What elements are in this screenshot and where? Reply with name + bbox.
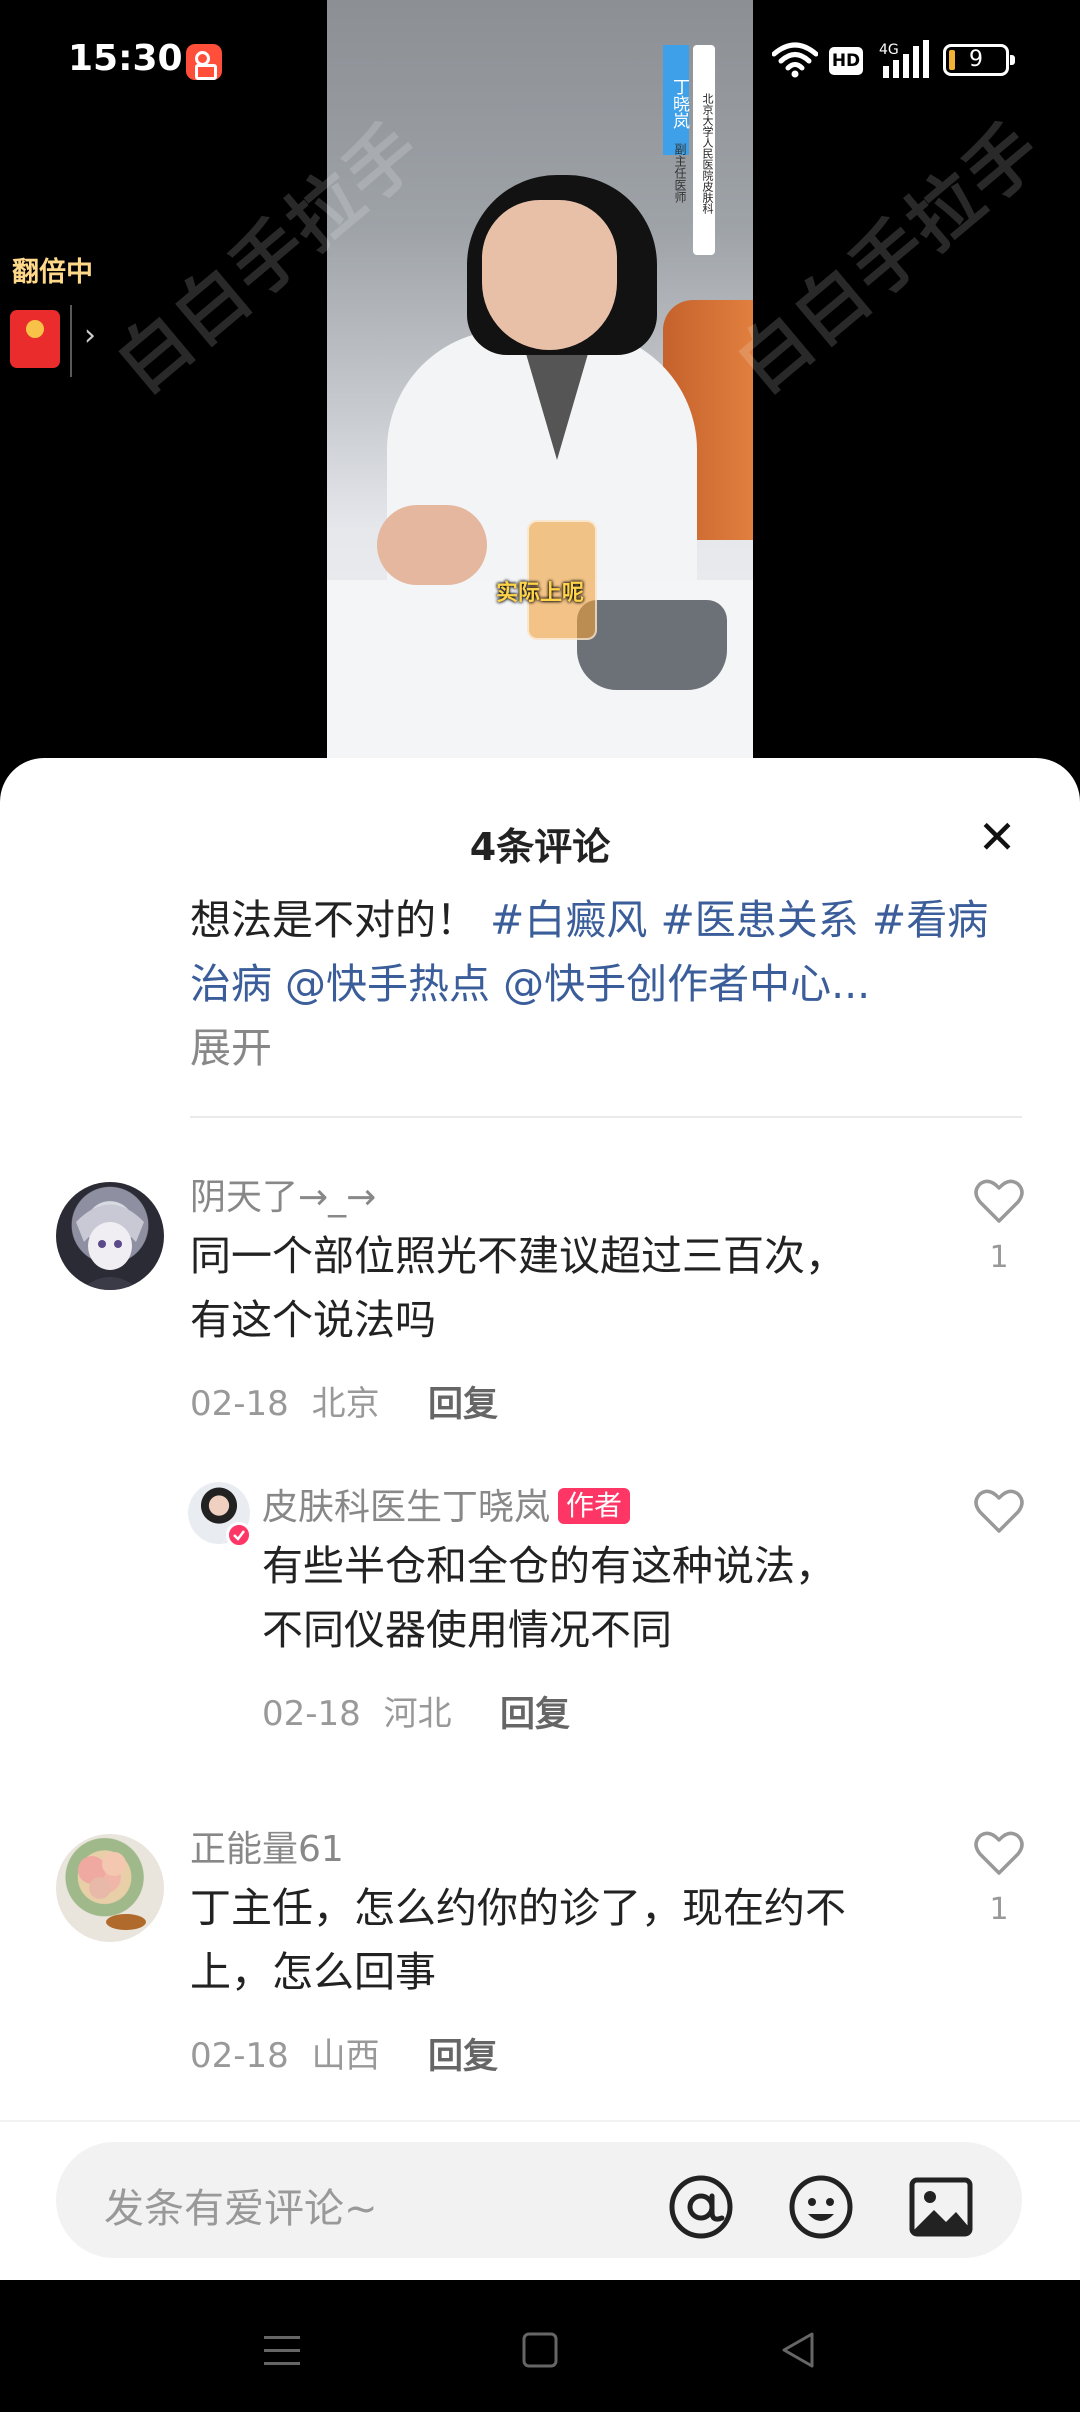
reply-button[interactable]: 回复 bbox=[500, 1686, 570, 1737]
comment-input[interactable]: 发条有爱评论~ bbox=[56, 2142, 1022, 2258]
menu-icon[interactable] bbox=[252, 2320, 312, 2380]
reply-meta: 02-18 河北 bbox=[262, 1686, 452, 1735]
hashtag-vitiligo[interactable]: #白癜风 bbox=[490, 896, 647, 944]
comment-input-bar: 发条有爱评论~ bbox=[0, 2120, 1080, 2280]
avatar[interactable] bbox=[56, 1182, 164, 1290]
video-doctor-hand bbox=[377, 505, 487, 585]
watermark-right: 白白手拉手 bbox=[720, 106, 1058, 409]
comment-username[interactable]: 正能量61 bbox=[190, 1820, 344, 1872]
signal-icon: 4G bbox=[879, 40, 929, 78]
avatar-anime-character bbox=[76, 1204, 144, 1290]
status-bar: 15:30 HD 4G 9 bbox=[0, 0, 1080, 110]
video-player[interactable]: 丁晓岚 副主任医师 北京大学人民医院皮肤科 实际上呢 白白手拉手 白白手拉手 1… bbox=[0, 0, 1080, 770]
red-packet-icon[interactable] bbox=[10, 310, 60, 368]
video-subtitle: 实际上呢 bbox=[495, 581, 584, 606]
comment-date: 02-18 bbox=[190, 2036, 289, 2076]
home-icon[interactable] bbox=[510, 2320, 570, 2380]
back-icon[interactable] bbox=[768, 2320, 828, 2380]
battery-icon: 9 bbox=[943, 44, 1015, 76]
mention-kuaishou-hot[interactable]: @快手热点 bbox=[285, 960, 490, 1008]
avatar[interactable] bbox=[56, 1834, 164, 1942]
battery-level: 9 bbox=[969, 47, 983, 72]
comment-item: 正能量61 丁主任，怎么约你的诊了，现在约不上，怎么回事 02-18 山西 回复… bbox=[0, 1820, 1080, 2110]
wifi-icon bbox=[772, 42, 818, 78]
reply-text: 有些半仓和全仓的有这种说法，不同仪器使用情况不同 bbox=[262, 1542, 836, 1654]
image-icon[interactable] bbox=[906, 2172, 976, 2242]
video-device bbox=[577, 600, 727, 690]
mention-creator-center[interactable]: @快手创作者中心... bbox=[503, 960, 870, 1008]
video-doctor-face bbox=[482, 200, 617, 350]
hd-icon: HD bbox=[829, 47, 863, 75]
comment-text: 同一个部位照光不建议超过三百次，有这个说法吗 bbox=[190, 1232, 846, 1344]
reply-date: 02-18 bbox=[262, 1694, 361, 1734]
comment-location: 山西 bbox=[311, 2036, 380, 2076]
reply-button[interactable]: 回复 bbox=[428, 1376, 498, 1427]
like-count: 1 bbox=[989, 1892, 1009, 1927]
reply-location: 河北 bbox=[383, 1694, 452, 1734]
at-icon[interactable] bbox=[666, 2172, 736, 2242]
comment-date: 02-18 bbox=[190, 1384, 289, 1424]
comment-meta: 02-18 山西 bbox=[190, 2028, 380, 2077]
network-type-label: 4G bbox=[879, 42, 899, 58]
widget-divider bbox=[70, 305, 72, 377]
comment-username[interactable]: 阴天了→_→ bbox=[190, 1168, 376, 1220]
kuaishou-app-icon bbox=[186, 44, 222, 80]
comment-sheet: 4条评论 ✕ 想法是不对的！ #白癜风 #医患关系 #看病治病 @快手热点 @快… bbox=[0, 758, 1080, 2280]
hashtag-doctor-patient[interactable]: #医患关系 bbox=[660, 896, 858, 944]
video-caption: 想法是不对的！ #白癜风 #医患关系 #看病治病 @快手热点 @快手创作者中心.… bbox=[190, 888, 1020, 1080]
caption-divider bbox=[190, 1116, 1022, 1118]
caption-text: 想法是不对的！ bbox=[190, 896, 477, 944]
author-badge: 作者 bbox=[558, 1488, 631, 1524]
red-packet-seal bbox=[26, 320, 44, 338]
comment-item: 阴天了→_→ 同一个部位照光不建议超过三百次，有这个说法吗 02-18 北京 回… bbox=[0, 1168, 1080, 1458]
doctor-title-tag: 副主任医师 bbox=[673, 143, 687, 203]
reply-username-text: 皮肤科医生丁晓岚 bbox=[262, 1487, 551, 1528]
comment-meta: 02-18 北京 bbox=[190, 1376, 380, 1425]
like-count: 1 bbox=[989, 1240, 1009, 1275]
heart-icon[interactable] bbox=[974, 1488, 1024, 1534]
heart-icon[interactable] bbox=[974, 1830, 1024, 1876]
status-time: 15:30 bbox=[68, 38, 183, 79]
comment-count-title: 4条评论 bbox=[469, 825, 611, 869]
comment-input-placeholder: 发条有爱评论~ bbox=[104, 2186, 378, 2232]
expand-button[interactable]: 展开 bbox=[190, 1024, 272, 1072]
chevron-right-icon[interactable]: › bbox=[84, 318, 96, 353]
heart-icon[interactable] bbox=[974, 1178, 1024, 1224]
reply-username[interactable]: 皮肤科医生丁晓岚 作者 bbox=[262, 1478, 631, 1530]
close-button[interactable]: ✕ bbox=[972, 812, 1022, 862]
emoji-icon[interactable] bbox=[786, 2172, 856, 2242]
avatar-flowers-tea bbox=[78, 1852, 146, 1930]
comment-text: 丁主任，怎么约你的诊了，现在约不上，怎么回事 bbox=[190, 1884, 846, 1996]
double-reward-label[interactable]: 翻倍中 bbox=[12, 250, 93, 289]
reply-button[interactable]: 回复 bbox=[428, 2028, 498, 2079]
verified-check-icon bbox=[226, 1522, 252, 1548]
reply-item: 皮肤科医生丁晓岚 作者 有些半仓和全仓的有这种说法，不同仪器使用情况不同 02-1… bbox=[0, 1478, 1080, 1768]
comment-location: 北京 bbox=[311, 1384, 380, 1424]
system-nav-bar bbox=[0, 2280, 1080, 2412]
